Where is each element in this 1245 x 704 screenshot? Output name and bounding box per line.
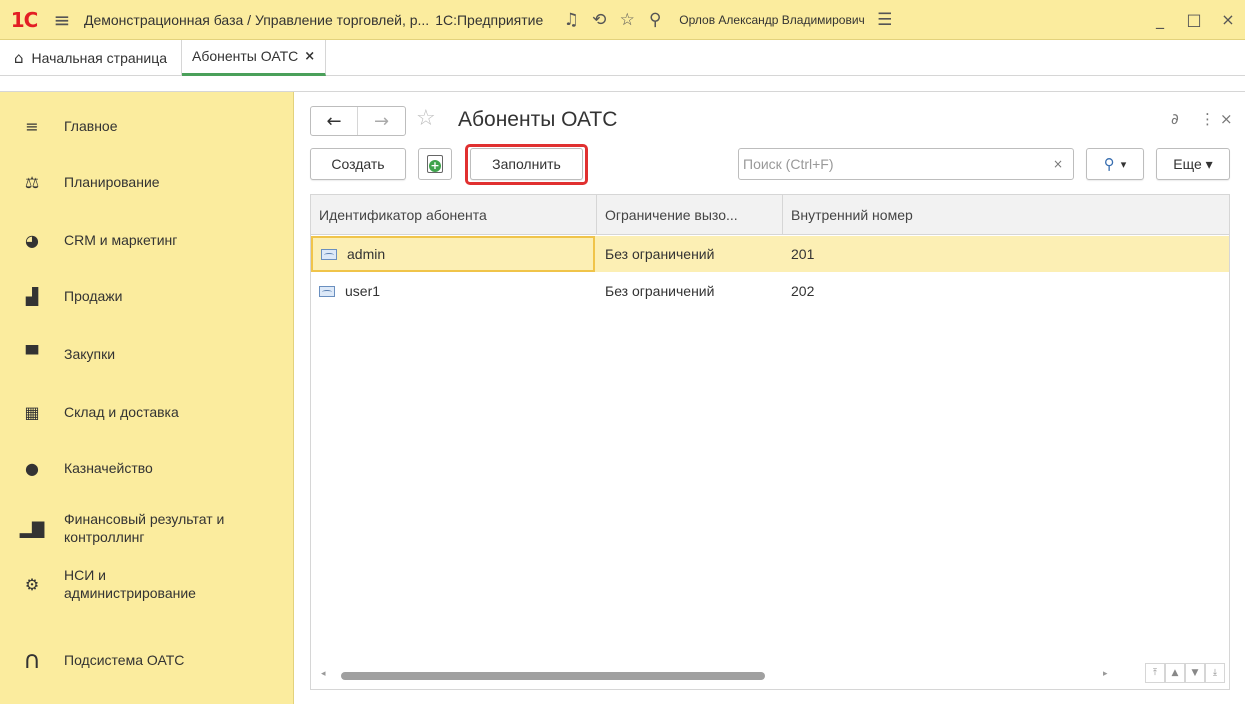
home-icon: ⌂ — [14, 48, 24, 67]
sidebar-item-admin[interactable]: ⚙ НСИ и администрирование — [0, 562, 294, 606]
sidebar-item-label: Финансовый результат и контроллинг — [64, 511, 225, 545]
page-down-icon[interactable]: ▼ — [1185, 663, 1205, 683]
table-row[interactable]: admin Без ограничений 201 — [311, 236, 1229, 272]
sidebar-item-label: Закупки — [64, 346, 116, 362]
sidebar-item-label: Казначейство — [64, 460, 153, 476]
subscriber-icon — [321, 248, 337, 260]
add-copy-button[interactable] — [418, 148, 452, 180]
close-form-icon[interactable]: × — [1220, 110, 1233, 128]
table-row[interactable]: user1 Без ограничений 202 — [311, 273, 1229, 309]
sidebar-item-label: Главное — [64, 118, 118, 134]
planning-icon: ⚖ — [24, 172, 40, 192]
history-icon[interactable]: ⟲ — [585, 10, 613, 30]
settings-icon[interactable]: ☰ — [871, 10, 899, 30]
search-options-button[interactable]: ⚲ ▾ — [1086, 148, 1144, 180]
menu-icon: ≡ — [25, 116, 39, 136]
tab-close-icon[interactable]: × — [304, 49, 315, 64]
back-arrow-icon[interactable]: ← — [311, 107, 359, 135]
bell-icon[interactable]: ♫ — [557, 10, 585, 30]
pie-chart-icon: ◕ — [25, 230, 39, 250]
column-header-number[interactable]: Внутренний номер — [783, 195, 1229, 235]
scroll-to-bottom-icon[interactable]: ⤓ — [1205, 663, 1225, 683]
search-field[interactable]: × — [738, 148, 1074, 180]
sidebar-item-label: Подсистема ОАТС — [64, 652, 185, 668]
sidebar-item-purchases[interactable]: ▀ Закупки — [0, 334, 294, 374]
cell-restriction[interactable]: Без ограничений — [597, 236, 783, 272]
scroll-to-top-icon[interactable]: ⤒ — [1145, 663, 1165, 683]
tabs-bar: ⌂ Начальная страница Абоненты ОАТС × — [0, 39, 1245, 92]
cart-icon: ▀ — [25, 344, 39, 364]
cell-number[interactable]: 201 — [783, 236, 1223, 272]
page-title: Абоненты ОАТС — [458, 108, 618, 131]
user-name[interactable]: Орлов Александр Владимирович — [679, 13, 865, 27]
cell-id-text: user1 — [345, 283, 381, 299]
fill-button-highlight — [465, 144, 588, 185]
tab-home-label: Начальная страница — [31, 49, 167, 66]
gear-icon: ⚙ — [24, 574, 40, 594]
warehouse-icon: ▦ — [24, 402, 40, 422]
sidebar-item-treasury[interactable]: ● Казначейство — [0, 448, 294, 488]
title-bar: 1С ≡ Демонстрационная база / Управление … — [0, 0, 1245, 40]
cell-id[interactable]: admin — [311, 236, 595, 272]
search-input[interactable] — [739, 150, 1043, 178]
scrollbar-thumb[interactable] — [341, 672, 765, 680]
horizontal-scrollbar[interactable] — [333, 670, 1093, 682]
scroll-right-arrow[interactable]: ▸ — [1103, 669, 1108, 679]
search-icon[interactable]: ⚲ — [641, 10, 669, 30]
more-vertical-icon[interactable]: ⋮ — [1200, 110, 1215, 128]
sidebar-item-label: Планирование — [64, 174, 160, 190]
dropdown-arrow: ▾ — [1120, 158, 1127, 171]
tab-subscribers[interactable]: Абоненты ОАТС × — [182, 39, 327, 76]
main-menu-icon[interactable]: ≡ — [48, 8, 76, 32]
nav-buttons: ← → — [310, 106, 406, 136]
column-header-restriction[interactable]: Ограничение вызо... — [597, 195, 783, 235]
sidebar-item-finance[interactable]: ▂▇ Финансовый результат и контроллинг — [0, 506, 294, 550]
cell-restriction[interactable]: Без ограничений — [597, 273, 783, 309]
ruble-coin-icon: ● — [25, 458, 39, 478]
create-button[interactable]: Создать — [310, 148, 406, 180]
close-button[interactable]: × — [1211, 10, 1245, 29]
sidebar: ≡ Главное ⚖ Планирование ◕ CRM и маркети… — [0, 92, 294, 704]
sidebar-item-warehouse[interactable]: ▦ Склад и доставка — [0, 392, 294, 432]
subscribers-table: Идентификатор абонента Ограничение вызо.… — [310, 194, 1230, 690]
bar-chart-icon: ▂▇ — [19, 518, 45, 538]
tab-home[interactable]: ⌂ Начальная страница — [0, 39, 182, 76]
minimize-button[interactable]: _ — [1143, 10, 1177, 29]
maximize-button[interactable]: □ — [1177, 10, 1211, 29]
link-icon[interactable]: ∂ — [1171, 110, 1179, 128]
scroll-left-arrow[interactable]: ◂ — [321, 669, 326, 679]
app-platform: 1С:Предприятие — [435, 11, 544, 28]
favorite-star-icon[interactable]: ☆ — [416, 106, 436, 131]
table-header: Идентификатор абонента Ограничение вызо.… — [311, 195, 1229, 235]
tab-subscribers-label: Абоненты ОАТС — [192, 48, 299, 64]
app-title: Демонстрационная база / Управление торго… — [84, 11, 430, 28]
add-document-icon — [427, 155, 443, 173]
sidebar-item-label: НСИ и администрирование — [64, 567, 196, 601]
cell-id-text: admin — [347, 246, 386, 262]
sidebar-item-label: Продажи — [64, 288, 123, 304]
sidebar-item-label: Склад и доставка — [64, 404, 179, 420]
1c-logo[interactable]: 1С — [0, 0, 48, 40]
sidebar-item-planning[interactable]: ⚖ Планирование — [0, 162, 294, 202]
more-button[interactable]: Еще ▾ — [1156, 148, 1230, 180]
subscriber-icon — [319, 285, 335, 297]
sidebar-item-sales[interactable]: ▟ Продажи — [0, 276, 294, 316]
cell-id[interactable]: user1 — [311, 273, 595, 309]
bag-icon: ▟ — [25, 286, 39, 306]
page-up-icon[interactable]: ▲ — [1165, 663, 1185, 683]
column-header-id[interactable]: Идентификатор абонента — [311, 195, 597, 235]
sidebar-item-oats[interactable]: ∩ Подсистема ОАТС — [0, 640, 294, 680]
sidebar-item-main[interactable]: ≡ Главное — [0, 106, 294, 146]
search-icon: ⚲ — [1103, 155, 1115, 173]
cell-number[interactable]: 202 — [783, 273, 1223, 309]
forward-arrow-icon[interactable]: → — [358, 107, 405, 135]
clear-search-icon[interactable]: × — [1043, 157, 1073, 171]
sidebar-item-crm[interactable]: ◕ CRM и маркетинг — [0, 220, 294, 260]
sidebar-item-label: CRM и маркетинг — [64, 232, 178, 248]
headset-icon: ∩ — [23, 646, 41, 674]
star-icon[interactable]: ☆ — [613, 10, 641, 30]
